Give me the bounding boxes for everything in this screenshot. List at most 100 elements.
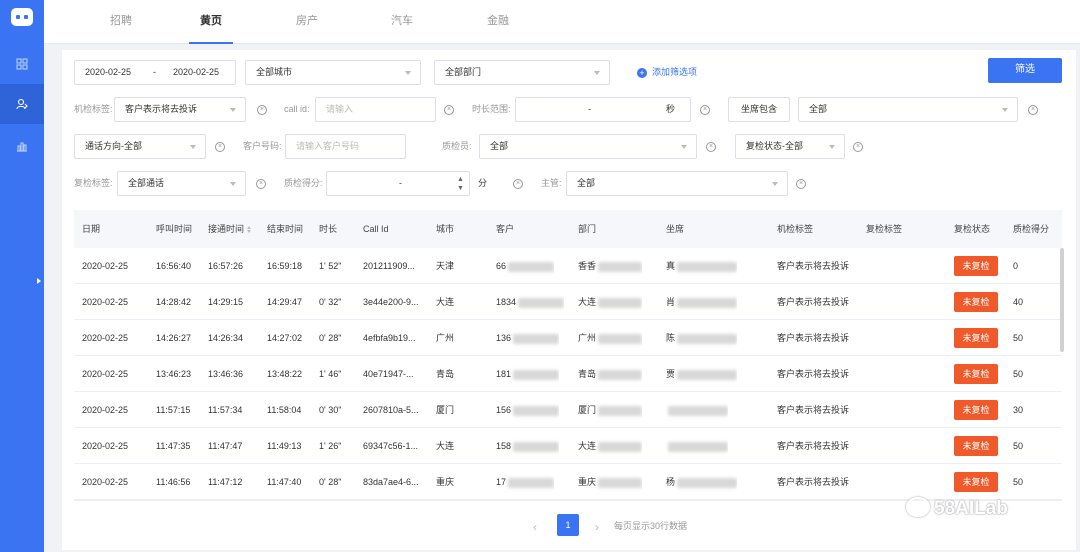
cell-score: 50 [1013,356,1023,392]
recheck-status-select[interactable]: 复检状态-全部 [735,134,845,159]
tab-recruitment[interactable]: 招聘 [89,0,153,44]
clear-duration-icon[interactable]: × [700,105,710,115]
page-1-button[interactable]: 1 [557,514,579,536]
recheck-status-badge[interactable]: 未复检 [954,256,998,276]
cell-call-id: 83da7ae4-6... [363,464,419,500]
cell-connect-time: 14:29:15 [208,284,243,320]
grid-icon [16,58,28,70]
cell-city: 大连 [436,284,454,320]
clear-agent-icon[interactable]: × [1028,105,1038,115]
cell-date: 2020-02-25 [82,248,128,284]
tab-real-estate[interactable]: 房产 [275,0,339,44]
agent-contains-select[interactable]: 坐席包含 [728,97,790,122]
cell-end-time: 11:47:40 [267,464,301,500]
cell-connect-time-text: 11:57:34 [208,405,243,415]
clear-score-icon[interactable]: × [513,179,523,189]
table-row[interactable]: 2020-02-25 11:47:35 11:47:47 11:49:13 1' 26"… [74,428,1062,464]
customer-phone-label: 客户号码: [243,141,282,151]
col-call-time[interactable]: 呼叫时间 [156,210,192,248]
next-page-icon[interactable]: › [595,520,599,534]
filter-button[interactable]: 筛选 [988,58,1062,83]
recheck-status-badge[interactable]: 未复检 [954,292,998,312]
cell-score-text: 50 [1013,441,1024,451]
cell-call-id: 40e71947-... [363,356,414,392]
cell-score: 30 [1013,392,1023,428]
supervisor-label: 主管: [541,178,562,188]
call-direction-select[interactable]: 通话方向-全部 [74,134,206,159]
cell-city: 青岛 [436,356,454,392]
inspector-label: 质检员: [442,141,472,151]
recheck-status-badge[interactable]: 未复检 [954,436,998,456]
inspector-select[interactable]: 全部 [479,134,697,159]
nav-item-dashboard[interactable] [0,44,44,84]
cell-call-id-text: 4efbfa9b19... [363,333,416,343]
recheck-status-badge[interactable]: 未复检 [954,328,998,348]
recheck-status-badge[interactable]: 未复检 [954,364,998,384]
clear-machine-tag-icon[interactable]: × [257,105,267,115]
cell-call-id: 4efbfa9b19... [363,320,416,356]
duration-range-input[interactable]: - 秒 [515,97,691,122]
cell-department: 广州 [578,320,643,356]
table-scrollbar[interactable] [1060,248,1064,352]
tab-yellow-pages[interactable]: 黄页 [179,0,243,44]
table-row[interactable]: 2020-02-25 11:46:56 11:47:12 11:47:40 0' 28"… [74,464,1062,500]
cell-agent-text: 贾 [666,369,676,379]
cell-duration-text: 0' 32" [319,297,342,307]
date-separator: - [153,67,156,77]
col-connect-time[interactable]: 接通时间 [208,210,252,248]
table-row[interactable]: 2020-02-25 14:28:42 14:29:15 14:29:47 0' 32"… [74,284,1062,320]
date-start: 2020-02-25 [85,67,132,77]
redacted-blur [677,477,738,488]
cell-call-time: 11:47:35 [156,428,190,464]
agent-select[interactable]: 全部 [798,97,1018,122]
clear-callid-icon[interactable]: × [444,105,454,115]
chevron-down-icon [405,71,411,75]
clear-direction-icon[interactable]: × [215,142,225,152]
sort-icon[interactable] [247,226,252,233]
cell-department-text: 香香 [578,261,597,271]
stepper-down-icon[interactable]: ▼ [457,177,464,200]
machine-tag-value: 客户表示将去投诉 [125,104,198,114]
table-row[interactable]: 2020-02-25 16:56:40 16:57:26 16:59:18 1' 52"… [74,248,1062,284]
cell-customer-text: 17 [496,477,507,487]
app-logo[interactable] [11,8,33,26]
add-filter-link[interactable]: + 添加筛选项 [637,65,697,79]
recheck-tag-select[interactable]: 全部通话 [117,171,246,196]
col-duration: 时长 [319,224,338,234]
date-range-picker[interactable]: 2020-02-25 - 2020-02-25 [74,60,236,85]
cell-end-time: 16:59:18 [267,248,302,284]
redacted-blur [513,441,560,452]
cell-end-time: 11:49:13 [267,428,301,464]
cell-date: 2020-02-25 [82,320,128,356]
nav-item-users[interactable] [0,84,44,124]
clear-supervisor-icon[interactable]: × [796,179,806,189]
tab-automobile[interactable]: 汽车 [370,0,434,44]
city-select[interactable]: 全部城市 [245,60,421,85]
cell-duration: 0' 32" [319,284,341,320]
customer-phone-input[interactable]: 请输入客户号码 [285,134,406,159]
cell-duration: 1' 26" [319,428,341,464]
cell-city: 天津 [436,248,454,284]
cell-date: 2020-02-25 [82,356,128,392]
tab-finance[interactable]: 金融 [466,0,530,44]
duration-label: 时长范围: [472,104,511,114]
clear-recheck-tag-icon[interactable]: × [256,179,266,189]
recheck-status-badge[interactable]: 未复检 [954,472,998,492]
cell-date: 2020-02-25 [82,464,128,500]
nav-item-stats[interactable] [0,126,44,166]
callid-input[interactable]: 请输入 [315,97,436,122]
nav-expand-arrow-icon[interactable] [37,278,41,284]
table-row[interactable]: 2020-02-25 14:26:27 14:26:34 14:27:02 0' 28"… [74,320,1062,356]
department-select[interactable]: 全部部门 [434,60,610,85]
clear-recheck-status-icon[interactable]: × [853,142,863,152]
machine-tag-select[interactable]: 客户表示将去投诉 [114,97,246,122]
supervisor-select[interactable]: 全部 [566,171,788,196]
table-row[interactable]: 2020-02-25 13:46:23 13:46:36 13:48:22 1' 46"… [74,356,1062,392]
score-range-input[interactable]: - ▲ ▼ [326,171,470,196]
cell-call-time-text: 11:57:15 [156,405,191,415]
prev-page-icon[interactable]: ‹ [533,520,537,534]
redacted-blur [508,261,555,272]
clear-inspector-icon[interactable]: × [706,142,716,152]
table-row[interactable]: 2020-02-25 11:57:15 11:57:34 11:58:04 0' 30"… [74,392,1062,428]
recheck-status-badge[interactable]: 未复检 [954,400,998,420]
